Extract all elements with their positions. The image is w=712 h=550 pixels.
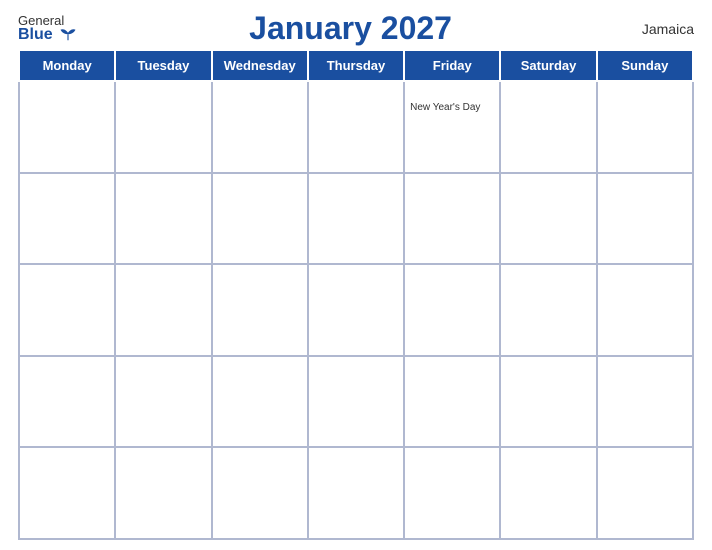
day-cell-w4-d2: 19 <box>115 356 211 448</box>
day-cell-w1-d2 <box>115 81 211 173</box>
day-cell-w4-d7: 24 <box>597 356 693 448</box>
day-number: 22 <box>410 360 494 375</box>
day-cell-w2-d2: 5 <box>115 173 211 265</box>
day-number: 13 <box>218 268 302 283</box>
day-cell-w1-d5: 1 New Year's Day <box>404 81 500 173</box>
day-cell-w3-d3: 13 <box>212 264 308 356</box>
day-cell-w3-d2: 12 <box>115 264 211 356</box>
day-number: 27 <box>218 451 302 466</box>
day-cell-w5-d4: 28 <box>308 447 404 539</box>
day-cell-w2-d5: 8 <box>404 173 500 265</box>
day-number: 19 <box>121 360 205 375</box>
day-number: 11 <box>25 268 109 283</box>
day-number: 31 <box>603 451 687 466</box>
day-number: 25 <box>25 451 109 466</box>
col-wednesday: Wednesday <box>212 50 308 81</box>
week-row-4: 18 19 20 21 22 23 24 <box>19 356 693 448</box>
day-number: 14 <box>314 268 398 283</box>
day-number: 26 <box>121 451 205 466</box>
logo-bird-icon <box>59 28 77 42</box>
day-number: 12 <box>121 268 205 283</box>
day-number: 5 <box>121 177 205 192</box>
day-cell-w5-d6: 30 <box>500 447 596 539</box>
week-row-3: 11 12 13 14 15 16 17 <box>19 264 693 356</box>
weekday-header-row: Monday Tuesday Wednesday Thursday Friday… <box>19 50 693 81</box>
col-friday: Friday <box>404 50 500 81</box>
day-cell-w1-d1 <box>19 81 115 173</box>
day-number: 8 <box>410 177 494 192</box>
day-cell-w1-d6: 2 <box>500 81 596 173</box>
calendar-table: Monday Tuesday Wednesday Thursday Friday… <box>18 49 694 540</box>
day-number: 28 <box>314 451 398 466</box>
day-number: 21 <box>314 360 398 375</box>
day-number: 1 <box>410 85 494 100</box>
day-cell-w3-d1: 11 <box>19 264 115 356</box>
logo: General Blue <box>18 14 77 43</box>
week-row-2: 456789 10 <box>19 173 693 265</box>
day-cell-w5-d7: 31 <box>597 447 693 539</box>
day-cell-w5-d1: 25 <box>19 447 115 539</box>
calendar-header: Monday Tuesday Wednesday Thursday Friday… <box>19 50 693 81</box>
col-thursday: Thursday <box>308 50 404 81</box>
day-cell-w1-d3 <box>212 81 308 173</box>
day-cell-w4-d5: 22 <box>404 356 500 448</box>
day-cell-w5-d5: 29 <box>404 447 500 539</box>
day-number: 15 <box>410 268 494 283</box>
day-cell-w2-d1: 4 <box>19 173 115 265</box>
day-number: 2 <box>506 85 590 100</box>
day-number: 24 <box>603 360 687 375</box>
day-number: 29 <box>410 451 494 466</box>
day-cell-w3-d5: 15 <box>404 264 500 356</box>
day-number: 9 <box>506 177 590 192</box>
day-number: 16 <box>506 268 590 283</box>
day-number: 4 <box>25 177 109 192</box>
day-cell-w4-d4: 21 <box>308 356 404 448</box>
day-number: 30 <box>506 451 590 466</box>
day-cell-w2-d3: 6 <box>212 173 308 265</box>
page-header: General Blue January 2027 Jamaica <box>18 10 694 47</box>
day-number: 20 <box>218 360 302 375</box>
month-title: January 2027 <box>77 10 624 47</box>
holiday-label: New Year's Day <box>410 102 494 114</box>
week-row-5: 25 26 27 28 29 30 31 <box>19 447 693 539</box>
day-cell-w3-d4: 14 <box>308 264 404 356</box>
col-saturday: Saturday <box>500 50 596 81</box>
day-cell-w2-d7: 10 <box>597 173 693 265</box>
day-cell-w5-d3: 27 <box>212 447 308 539</box>
day-cell-w3-d7: 17 <box>597 264 693 356</box>
day-number: 23 <box>506 360 590 375</box>
day-number: 10 <box>603 177 687 192</box>
day-cell-w1-d7: 3 <box>597 81 693 173</box>
col-sunday: Sunday <box>597 50 693 81</box>
day-cell-w4-d3: 20 <box>212 356 308 448</box>
col-monday: Monday <box>19 50 115 81</box>
day-number: 7 <box>314 177 398 192</box>
country-label: Jamaica <box>624 21 694 37</box>
day-cell-w2-d4: 7 <box>308 173 404 265</box>
day-cell-w5-d2: 26 <box>115 447 211 539</box>
day-number: 6 <box>218 177 302 192</box>
day-cell-w1-d4 <box>308 81 404 173</box>
day-cell-w4-d6: 23 <box>500 356 596 448</box>
day-number: 18 <box>25 360 109 375</box>
logo-blue-text: Blue <box>18 27 77 43</box>
day-number: 3 <box>603 85 687 100</box>
calendar-body: 1New Year's Day2345678910111213141516171… <box>19 81 693 539</box>
day-number: 17 <box>603 268 687 283</box>
day-cell-w3-d6: 16 <box>500 264 596 356</box>
col-tuesday: Tuesday <box>115 50 211 81</box>
day-cell-w4-d1: 18 <box>19 356 115 448</box>
day-cell-w2-d6: 9 <box>500 173 596 265</box>
week-row-1: 1 New Year's Day 23 <box>19 81 693 173</box>
